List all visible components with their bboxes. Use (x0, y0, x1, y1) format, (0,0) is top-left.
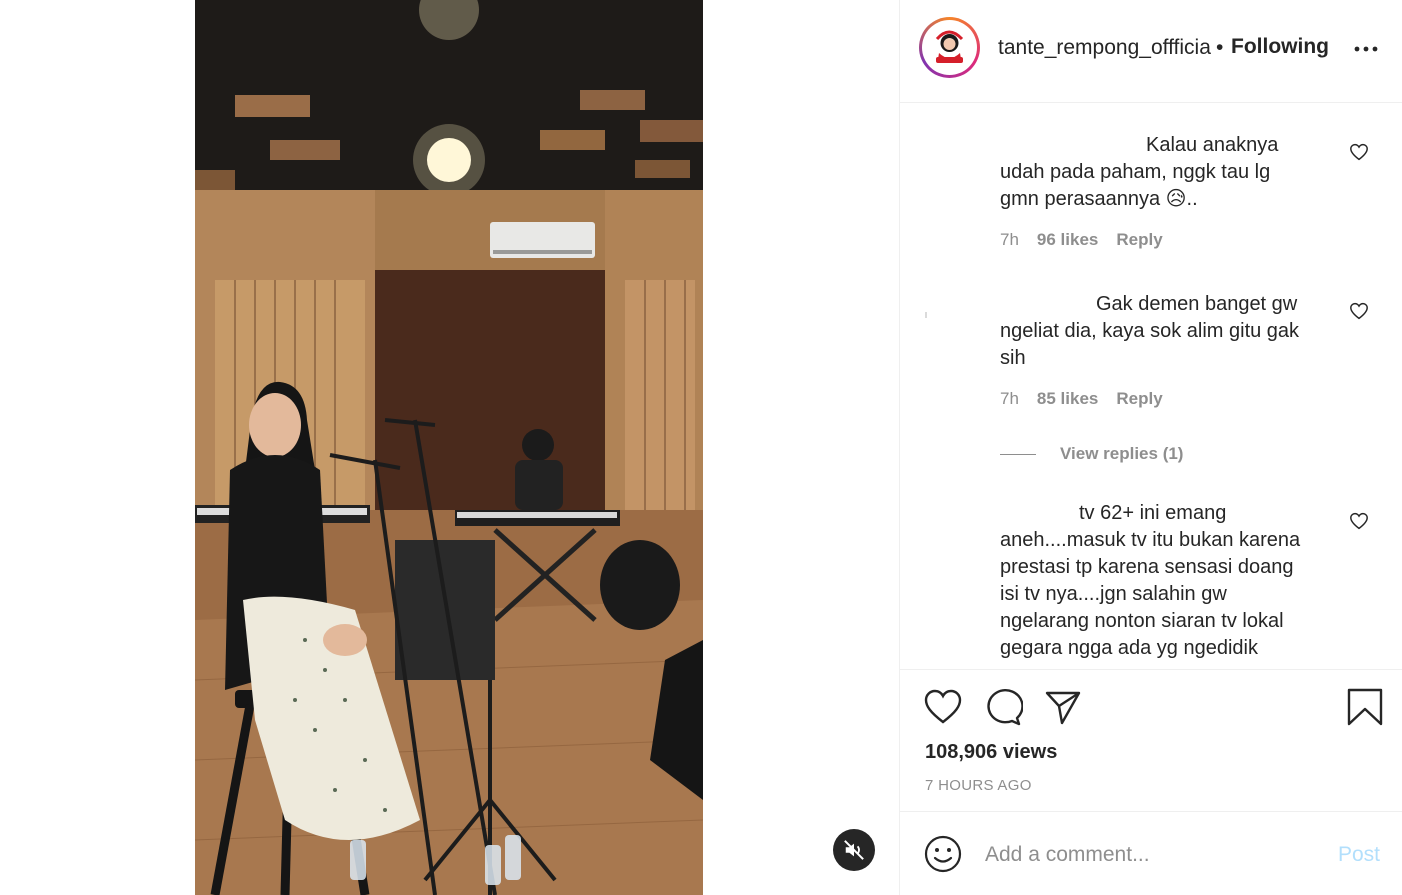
view-replies-label: View replies (1) (1060, 444, 1184, 463)
comment-likes[interactable]: 96 likes (1037, 230, 1098, 250)
comment-line: ngeliat dia, kaya sok alim gitu gak (1000, 320, 1300, 342)
comment-line: sih (1000, 347, 1026, 369)
like-comment-heart-icon[interactable] (1349, 512, 1369, 530)
comment-text: tv 62+ ini emang aneh....masuk tv itu bu… (1000, 500, 1340, 662)
post-actions: 108,906 views 7 HOURS AGO (900, 669, 1402, 812)
media-area (0, 0, 899, 895)
comment-line: Gak demen banget gw (1096, 293, 1298, 315)
post-comment-button[interactable]: Post (1338, 843, 1380, 867)
comment-line: aneh....masuk tv itu bukan karena (1000, 529, 1301, 551)
avatar[interactable] (919, 17, 980, 78)
username-link[interactable]: tante_rempong_offficial (998, 36, 1212, 60)
comment-item: tv 62+ ini emang aneh....masuk tv itu bu… (1000, 500, 1340, 662)
like-comment-heart-icon[interactable] (1349, 302, 1369, 320)
add-comment-bar: Post (900, 812, 1402, 895)
video-frame (195, 0, 703, 895)
like-comment-heart-icon[interactable] (1349, 143, 1369, 161)
more-horizontal-icon[interactable] (1353, 38, 1379, 58)
comment-item: Kalau anaknya udah pada paham, nggk tau … (1000, 132, 1340, 250)
avatar-placeholder (925, 312, 927, 318)
comment-line: gmn perasaannya (1000, 188, 1161, 210)
post-timestamp[interactable]: 7 HOURS AGO (925, 777, 1032, 794)
comments-list[interactable]: Kalau anaknya udah pada paham, nggk tau … (900, 104, 1402, 669)
post-header: tante_rempong_offficial • Following (900, 0, 1402, 103)
like-heart-icon[interactable] (923, 688, 963, 726)
comment-line: .. (1186, 188, 1198, 210)
following-button[interactable]: Following (1231, 35, 1329, 59)
comment-line: gegara ngga ada yg ngedidik (1000, 637, 1258, 659)
volume-muted-icon (844, 840, 864, 860)
profile-logo (925, 23, 974, 72)
comment-meta: 7h 96 likes Reply (1000, 230, 1340, 250)
comment-line: tv 62+ ini emang (1079, 502, 1227, 524)
reply-button[interactable]: Reply (1116, 230, 1162, 250)
divider-line (1000, 453, 1036, 455)
comment-line: Kalau anaknya (1146, 134, 1279, 156)
comment-item: Gak demen banget gw ngeliat dia, kaya so… (1000, 291, 1340, 409)
view-count[interactable]: 108,906 views (925, 741, 1057, 764)
share-send-icon[interactable] (1043, 688, 1083, 726)
comment-meta: 7h 85 likes Reply (1000, 389, 1340, 409)
comment-line: prestasi tp karena sensasi doang (1000, 556, 1294, 578)
comment-text: Gak demen banget gw ngeliat dia, kaya so… (1000, 291, 1340, 372)
comment-bubble-icon[interactable] (983, 688, 1023, 726)
comment-line: ngelarang nonton siaran tv lokal (1000, 610, 1284, 632)
comment-likes[interactable]: 85 likes (1037, 389, 1098, 409)
video-player[interactable] (195, 0, 703, 895)
comment-time: 7h (1000, 389, 1019, 408)
crying-emoji: 😥 (1165, 188, 1187, 210)
comment-text: Kalau anaknya udah pada paham, nggk tau … (1000, 132, 1340, 213)
comment-input[interactable] (985, 840, 1325, 870)
instagram-post-page: tante_rempong_offficial • Following Kala… (0, 0, 1402, 895)
save-bookmark-icon[interactable] (1345, 688, 1385, 726)
view-replies-button[interactable]: View replies (1) (1000, 444, 1183, 464)
comment-line: isi tv nya....jgn salahin gw (1000, 583, 1227, 605)
emoji-smiley-icon[interactable] (923, 834, 963, 874)
separator-dot: • (1216, 36, 1224, 59)
comment-time: 7h (1000, 230, 1019, 249)
reply-button[interactable]: Reply (1116, 389, 1162, 409)
mute-toggle-button[interactable] (833, 829, 875, 871)
post-side-panel: tante_rempong_offficial • Following Kala… (899, 0, 1402, 895)
comment-line: udah pada paham, nggk tau lg (1000, 161, 1271, 183)
